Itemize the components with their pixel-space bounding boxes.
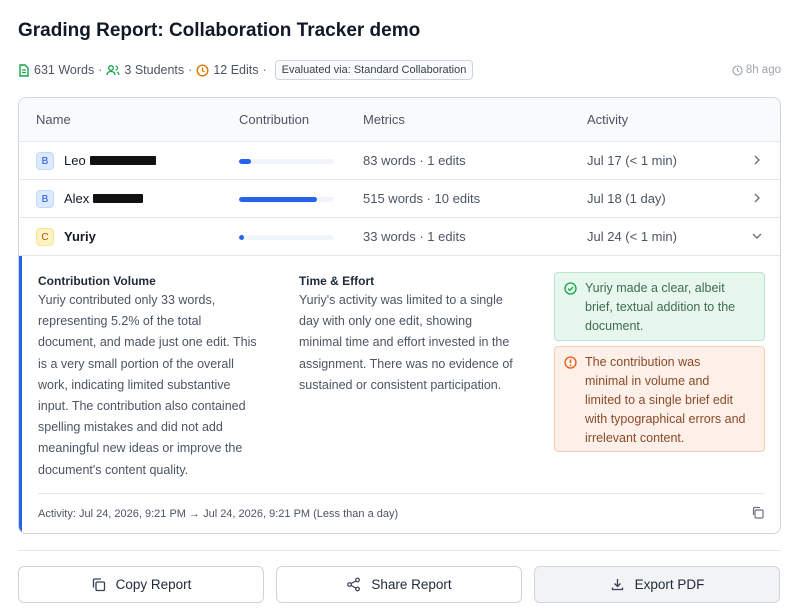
evaluation-badge: Evaluated via: Standard Collaboration	[274, 60, 474, 80]
effort-body: Yuriy's activity was limited to a single…	[299, 293, 513, 392]
share-report-button[interactable]: Share Report	[276, 566, 522, 603]
student-name: Leo	[64, 153, 156, 168]
student-table: Name Contribution Metrics Activity B Leo…	[18, 97, 781, 534]
copy-icon[interactable]	[751, 506, 764, 519]
row-metrics: 33 words · 1 edits	[363, 229, 466, 244]
detail-divider	[38, 493, 764, 494]
chevron-right-icon[interactable]	[750, 153, 764, 167]
avatar: C	[36, 228, 54, 246]
header-name[interactable]: Name	[36, 112, 71, 127]
clock-icon	[732, 64, 743, 76]
header-activity[interactable]: Activity	[587, 112, 628, 127]
contribution-bar-fill	[239, 159, 252, 164]
detail-accent-bar	[19, 256, 22, 533]
download-icon	[611, 579, 623, 591]
edit-count: 12 Edits	[196, 63, 259, 77]
volume-title: Contribution Volume	[38, 274, 156, 288]
check-circle-icon	[564, 282, 577, 295]
row-metrics: 515 words · 10 edits	[363, 191, 481, 206]
report-meta: 631 Words · 3 Students · 12 Edits · Eval…	[18, 59, 781, 81]
page-title: Grading Report: Collaboration Tracker de…	[18, 20, 421, 41]
row-activity: Jul 18 (1 day)	[587, 191, 666, 206]
effort-title: Time & Effort	[299, 274, 375, 288]
student-detail-panel: Contribution Volume Yuriy contributed on…	[19, 256, 780, 533]
row-activity: Jul 17 (< 1 min)	[587, 153, 677, 168]
table-row[interactable]: B Alex 515 words · 10 edits Jul 18 (1 da…	[19, 180, 780, 218]
student-name: Yuriy	[64, 229, 96, 244]
avatar: B	[36, 190, 54, 208]
users-icon	[106, 65, 120, 76]
student-count: 3 Students	[106, 63, 184, 77]
chevron-down-icon[interactable]	[750, 229, 764, 243]
actions-divider	[18, 550, 781, 551]
share-icon	[347, 577, 361, 592]
contribution-bar-fill	[239, 197, 317, 202]
header-metrics[interactable]: Metrics	[363, 112, 405, 127]
row-metrics: 83 words · 1 edits	[363, 153, 466, 168]
table-row[interactable]: B Leo 83 words · 1 edits Jul 17 (< 1 min…	[19, 142, 780, 180]
copy-report-button[interactable]: Copy Report	[18, 566, 264, 603]
redacted-surname	[89, 156, 156, 165]
warning-note: The contribution was minimal in volume a…	[554, 346, 765, 452]
chevron-right-icon[interactable]	[750, 191, 764, 205]
student-name: Alex	[64, 191, 144, 206]
document-icon	[19, 63, 29, 77]
positive-note: Yuriy made a clear, albeit brief, textua…	[554, 272, 765, 341]
copy-icon	[92, 578, 105, 592]
table-header: Name Contribution Metrics Activity	[19, 98, 780, 142]
contribution-bar	[239, 159, 334, 164]
clock-icon	[196, 63, 209, 77]
alert-circle-icon	[564, 356, 577, 369]
word-count: 631 Words	[18, 63, 94, 77]
timestamp: 8h ago	[732, 64, 781, 76]
redacted-surname	[93, 194, 144, 203]
contribution-bar	[239, 197, 334, 202]
header-contribution[interactable]: Contribution	[239, 112, 309, 127]
contribution-bar	[239, 235, 334, 240]
table-row[interactable]: C Yuriy 33 words · 1 edits Jul 24 (< 1 m…	[19, 218, 780, 256]
row-activity: Jul 24 (< 1 min)	[587, 229, 677, 244]
volume-body: Yuriy contributed only 33 words, represe…	[38, 293, 257, 477]
avatar: B	[36, 152, 54, 170]
export-pdf-button[interactable]: Export PDF	[534, 566, 780, 603]
contribution-bar-fill	[239, 235, 244, 240]
activity-range: Activity: Jul 24, 2026, 9:21 PM → Jul 24…	[38, 508, 399, 520]
